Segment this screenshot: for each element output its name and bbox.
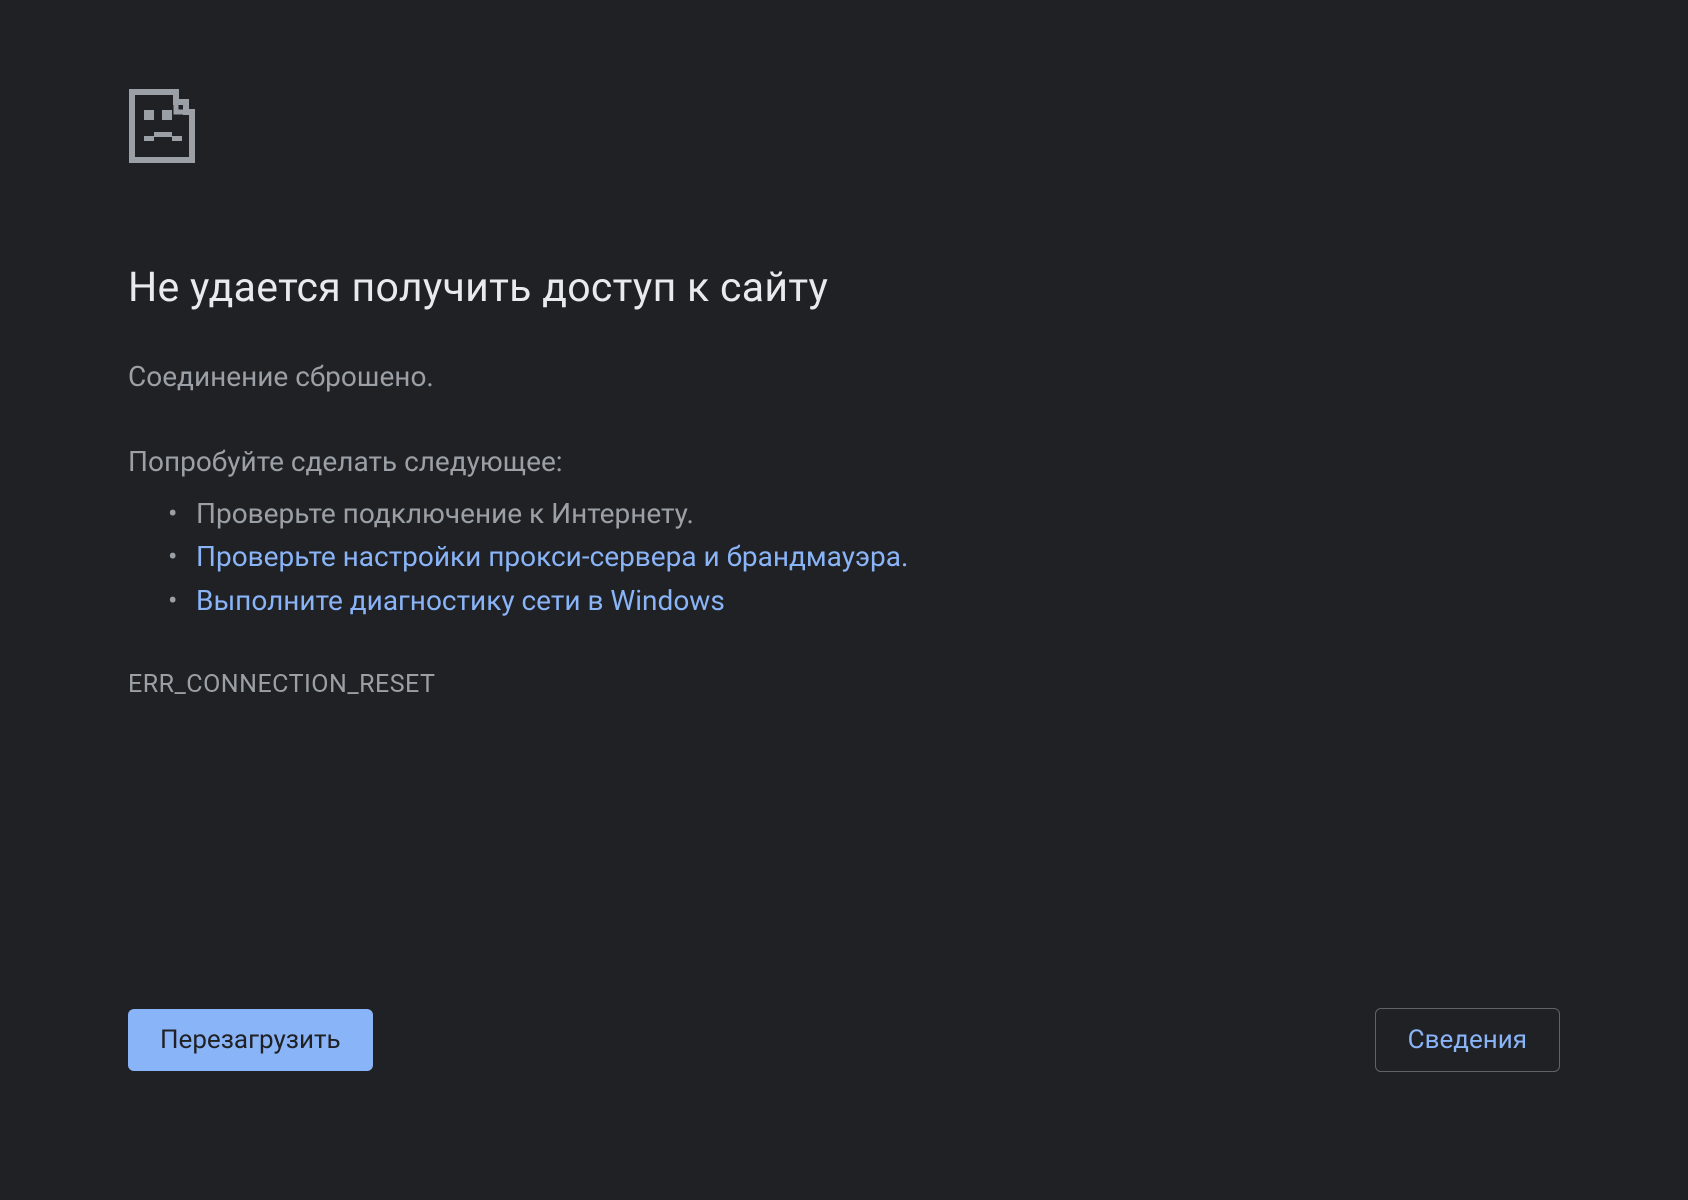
- sad-file-icon: [128, 88, 1560, 168]
- suggestion-item-network-diagnostics[interactable]: Выполните диагностику сети в Windows: [196, 579, 1560, 622]
- suggestion-item-proxy-firewall[interactable]: Проверьте настройки прокси-сервера и бра…: [196, 535, 1560, 578]
- error-subtext: Соединение сброшено.: [128, 360, 1560, 393]
- button-row: Перезагрузить Сведения: [128, 1008, 1560, 1072]
- suggestion-item-check-connection: Проверьте подключение к Интернету.: [196, 492, 1560, 535]
- error-heading: Не удается получить доступ к сайту: [128, 264, 1560, 312]
- suggestions-heading: Попробуйте сделать следующее:: [128, 445, 1560, 478]
- reload-button[interactable]: Перезагрузить: [128, 1009, 373, 1071]
- details-button[interactable]: Сведения: [1375, 1008, 1560, 1072]
- error-code: ERR_CONNECTION_RESET: [128, 670, 1560, 699]
- suggestions-list: Проверьте подключение к Интернету. Прове…: [128, 492, 1560, 622]
